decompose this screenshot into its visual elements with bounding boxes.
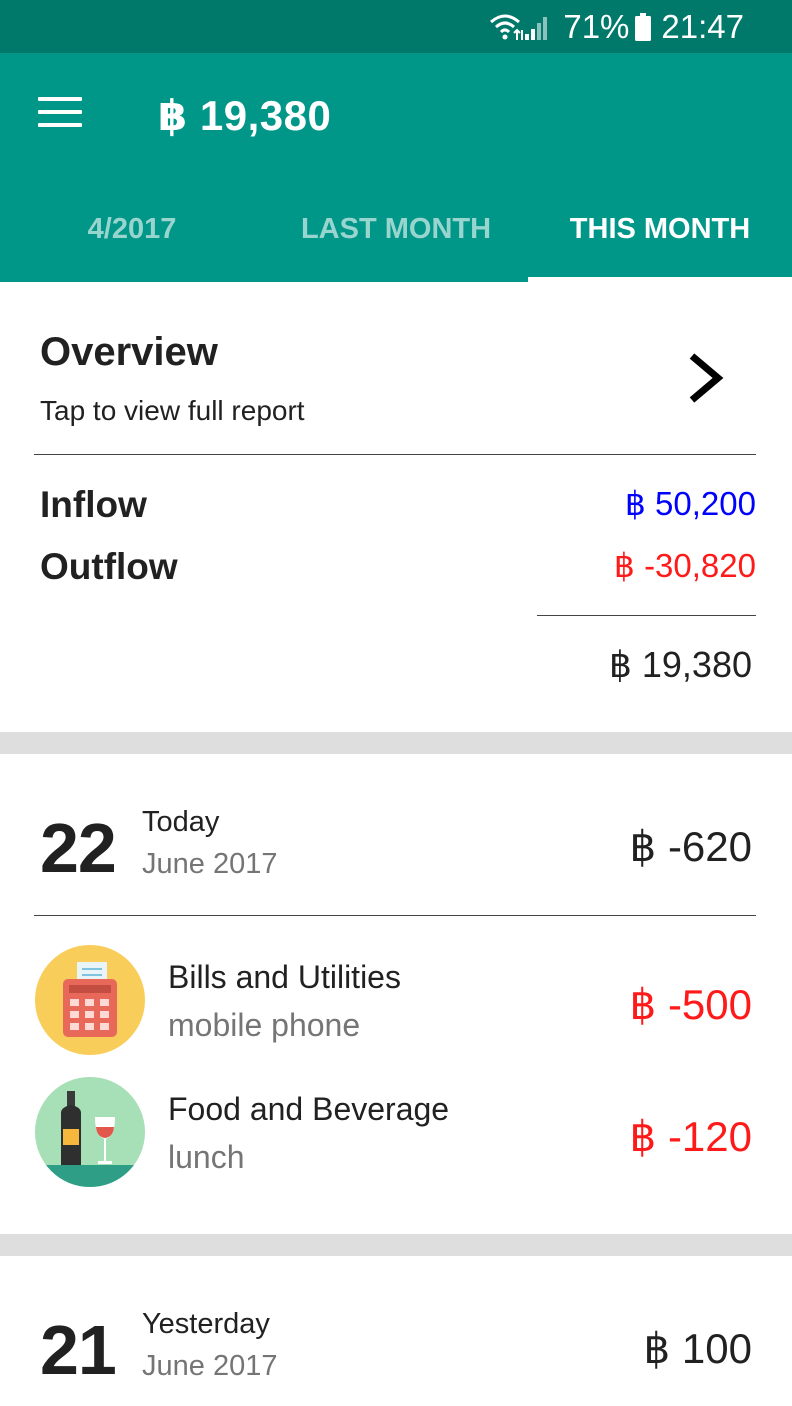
inflow-label: Inflow	[40, 484, 147, 525]
day-number: 22	[40, 809, 117, 887]
transaction-note: mobile phone	[168, 1007, 361, 1043]
status-indicators: 71% 21:47	[489, 8, 744, 46]
day-month: June 2017	[142, 1350, 278, 1382]
day-month: June 2017	[142, 848, 278, 880]
total-balance: ฿ 19,380	[158, 92, 332, 139]
day-label: Yesterday	[142, 1308, 270, 1340]
transaction-note: lunch	[168, 1139, 245, 1175]
tab-4-2017[interactable]: 4/2017	[0, 201, 264, 282]
day-total: ฿ -620	[629, 823, 752, 870]
menu-icon[interactable]	[38, 97, 84, 133]
transaction-amount: ฿ -120	[629, 1113, 752, 1160]
day-group-card: 21 Yesterday June 2017 ฿ 100	[0, 1256, 792, 1406]
chevron-right-icon[interactable]	[686, 350, 726, 406]
battery-percent: 71%	[563, 8, 630, 45]
wifi-icon	[489, 12, 525, 42]
inflow-value: ฿ 50,200	[624, 485, 756, 522]
outflow-label: Outflow	[40, 546, 178, 587]
day-label: Today	[142, 806, 220, 838]
day-number: 21	[40, 1311, 117, 1389]
day-group-card: 22 Today June 2017 ฿ -620 Bills and Util…	[0, 754, 792, 1234]
day-divider	[34, 915, 756, 916]
day-total: ฿ 100	[643, 1325, 752, 1372]
status-bar: 71% 21:47	[0, 0, 792, 53]
app-bar: ฿ 19,380 4/2017 LAST MONTH THIS MONTH	[0, 53, 792, 282]
food-beverage-icon[interactable]	[35, 1077, 145, 1187]
transaction-category[interactable]: Bills and Utilities	[168, 959, 401, 996]
overview-divider	[34, 454, 756, 455]
tab-this-month[interactable]: THIS MONTH	[528, 201, 792, 282]
overview-subtitle: Tap to view full report	[40, 395, 305, 426]
total-divider	[537, 615, 756, 616]
overview-title: Overview	[40, 330, 218, 374]
battery-icon	[635, 13, 652, 41]
transaction-category[interactable]: Food and Beverage	[168, 1091, 449, 1128]
period-tabs: 4/2017 LAST MONTH THIS MONTH	[0, 201, 792, 282]
tab-last-month[interactable]: LAST MONTH	[264, 201, 528, 282]
overview-card[interactable]: Overview Tap to view full report Inflow …	[0, 282, 792, 732]
outflow-value: ฿ -30,820	[613, 547, 756, 584]
net-value: ฿ 19,380	[608, 644, 752, 685]
bills-utilities-icon[interactable]	[35, 945, 145, 1055]
transaction-amount: ฿ -500	[629, 981, 752, 1028]
signal-icon	[525, 12, 553, 42]
status-time: 21:47	[661, 8, 744, 45]
